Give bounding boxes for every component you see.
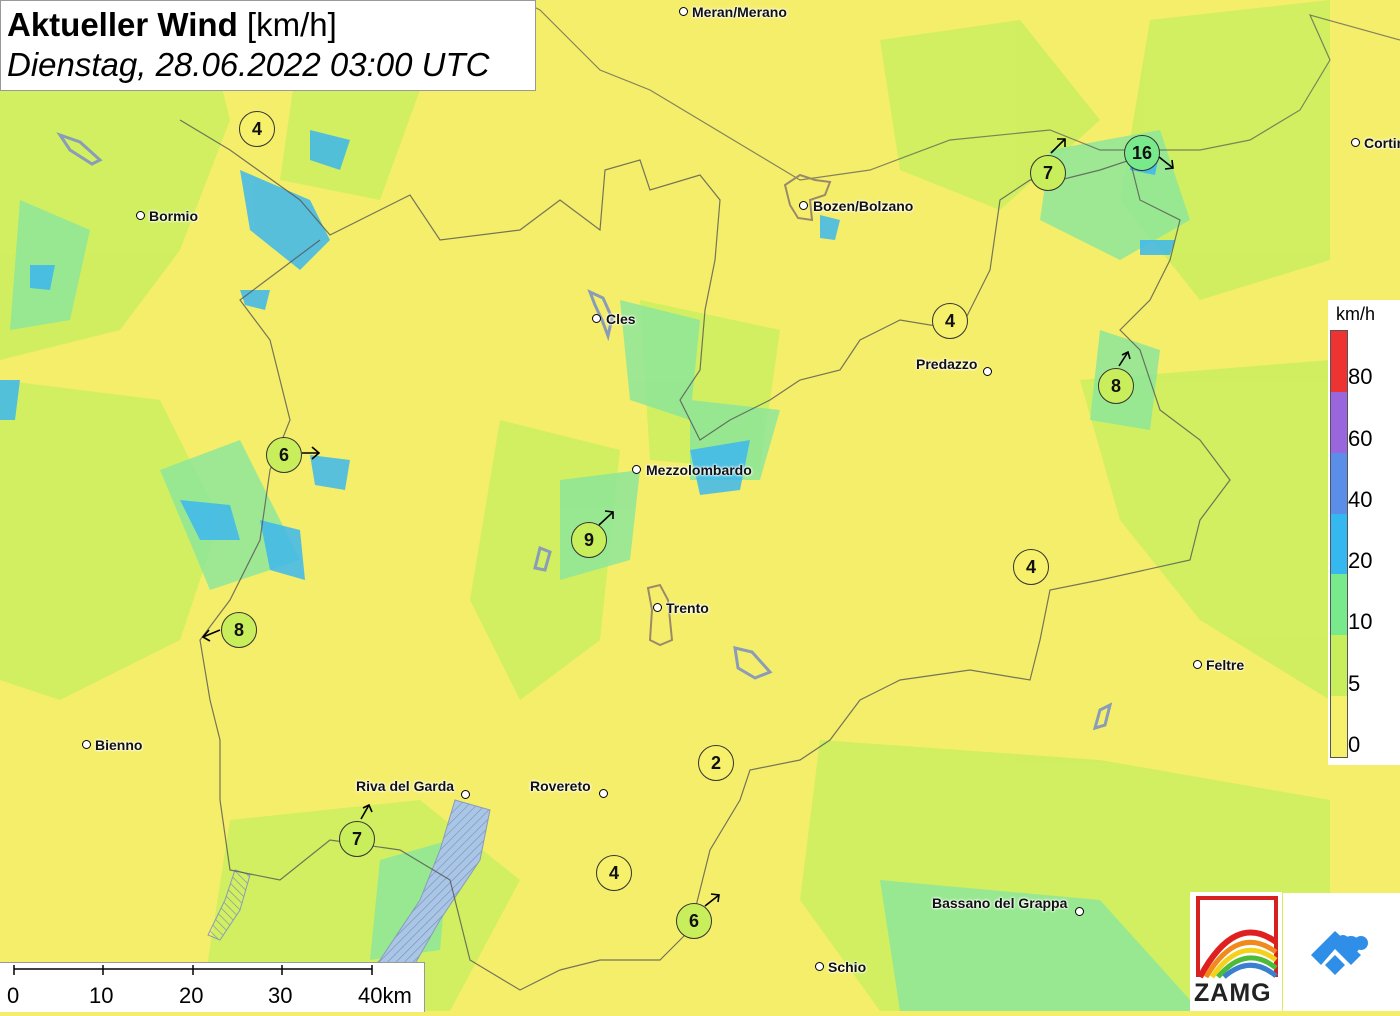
wind-direction-arrow-icon: [1158, 156, 1174, 170]
city-label-bozen: Bozen/Bolzano: [813, 198, 914, 214]
legend-tick: 40: [1348, 487, 1373, 512]
wind-direction-arrow-icon: [1118, 350, 1131, 367]
wind-direction-arrow-icon: [1050, 138, 1066, 154]
wind-station[interactable]: 4: [932, 303, 968, 339]
scale-label: 20: [179, 983, 204, 1008]
title-main: Aktueller Wind: [7, 6, 238, 43]
wind-direction-arrow-icon: [201, 629, 221, 642]
legend-tick: 60: [1348, 426, 1373, 451]
city-label-rovereto: Rovereto: [530, 778, 591, 794]
wind-station[interactable]: 8: [221, 612, 257, 648]
map-datetime: Dienstag, 28.06.2022 03:00 UTC: [7, 46, 490, 83]
scale-label: 10: [89, 983, 114, 1008]
wind-map: [0, 0, 1400, 1011]
city-label-cles: Cles: [606, 311, 636, 327]
city-dot-bormio: [136, 211, 145, 220]
wind-direction-arrow-icon: [598, 510, 614, 526]
city-label-bassano: Bassano del Grappa: [932, 895, 1068, 911]
wind-station[interactable]: 4: [596, 855, 632, 891]
city-dot-bienno: [82, 740, 91, 749]
legend-color-segment: [1331, 452, 1347, 514]
city-dot-feltre: [1193, 660, 1202, 669]
city-dot-bozen: [799, 201, 808, 210]
scale-label: 30: [268, 983, 293, 1008]
city-label-mezzolombardo: Mezzolombardo: [646, 462, 752, 478]
wind-station[interactable]: 4: [1013, 549, 1049, 585]
scale-bar: 0 10 20 30 40km: [0, 962, 425, 1012]
city-label-bienno: Bienno: [95, 737, 143, 753]
city-label-feltre: Feltre: [1206, 657, 1245, 673]
scale-ruler: [13, 965, 373, 975]
city-dot-rovereto: [599, 789, 608, 798]
legend-tick: 80: [1348, 364, 1373, 389]
legend-tick: 10: [1348, 609, 1373, 634]
city-dot-mezzolombardo: [632, 465, 641, 474]
wind-station[interactable]: 7: [1030, 155, 1066, 191]
city-dot-predazzo: [983, 367, 992, 376]
legend-tick: 20: [1348, 548, 1373, 573]
legend-color-segment: [1331, 513, 1347, 575]
zamg-wordmark: ZAMG: [1194, 979, 1272, 1007]
house-cloud-icon: [1311, 931, 1368, 975]
wind-station[interactable]: 4: [239, 111, 275, 147]
legend-color-segment: [1331, 331, 1347, 392]
wind-station[interactable]: 2: [698, 745, 734, 781]
wind-station[interactable]: 6: [266, 437, 302, 473]
legend-color-segment: [1331, 574, 1347, 636]
legend-color-segment: [1331, 635, 1347, 697]
map-title-box: Aktueller Wind [km/h] Dienstag, 28.06.20…: [0, 0, 536, 91]
city-dot-schio: [815, 962, 824, 971]
city-label-trento: Trento: [666, 600, 709, 616]
wind-legend: km/h 80 60 40 20 10 5 0: [1328, 300, 1400, 765]
city-dot-trento: [653, 603, 662, 612]
wind-direction-arrow-icon: [302, 446, 321, 460]
city-label-cortina: Cortina: [1364, 135, 1400, 151]
scale-label: 40km: [358, 983, 412, 1008]
city-label-bormio: Bormio: [149, 208, 198, 224]
title-unit: [km/h]: [246, 6, 337, 43]
zamg-logo: ZAMG: [1190, 892, 1282, 1011]
legend-color-bar: [1330, 330, 1348, 758]
wind-direction-arrow-icon: [704, 893, 720, 907]
city-dot-riva: [461, 790, 470, 799]
wind-station[interactable]: 16: [1124, 135, 1160, 171]
wind-station[interactable]: 7: [339, 821, 375, 857]
legend-tick: 0: [1348, 732, 1361, 757]
scale-label: 0: [7, 983, 20, 1008]
city-dot-cortina: [1351, 138, 1360, 147]
legend-color-segment: [1331, 391, 1347, 453]
city-label-predazzo: Predazzo: [916, 356, 978, 372]
city-dot-meran: [679, 7, 688, 16]
city-label-riva: Riva del Garda: [356, 778, 455, 794]
wind-station[interactable]: 8: [1098, 368, 1134, 404]
city-label-meran: Meran/Merano: [692, 4, 787, 20]
map-title: Aktueller Wind [km/h]: [7, 5, 529, 45]
legend-unit: km/h: [1336, 304, 1376, 324]
city-dot-bassano: [1075, 907, 1084, 916]
legend-color-segment: [1331, 696, 1347, 757]
zamg-rainbow-icon: [1196, 896, 1278, 979]
weather-app-logo: [1283, 893, 1400, 1011]
city-dot-cles: [592, 314, 601, 323]
legend-tick: 5: [1348, 671, 1361, 696]
wind-direction-arrow-icon: [360, 803, 373, 820]
city-label-schio: Schio: [828, 959, 867, 975]
